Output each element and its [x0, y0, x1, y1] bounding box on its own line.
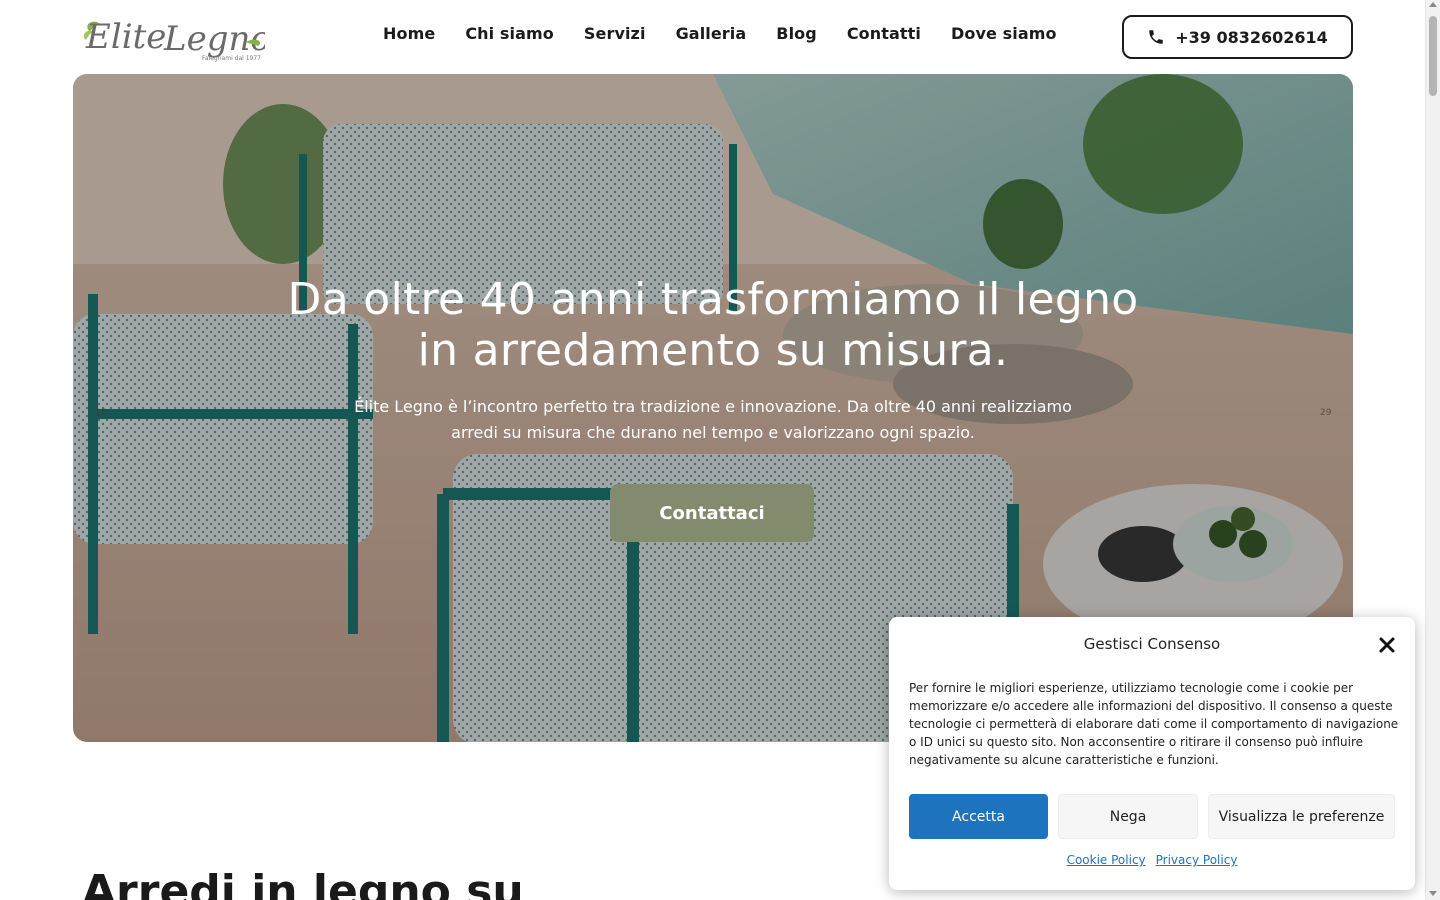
main-nav: Home Chi siamo Servizi Galleria Blog Con…	[383, 24, 1057, 43]
phone-number-label: +39 0832602614	[1175, 27, 1328, 47]
nav-chi-siamo[interactable]: Chi siamo	[465, 24, 554, 43]
nav-galleria[interactable]: Galleria	[676, 24, 747, 43]
close-icon[interactable]	[1377, 635, 1397, 655]
elite-legno-logo-image: Elite Legno Falegnami dal 1977	[83, 17, 271, 62]
slide-number-left: 28	[95, 408, 107, 418]
scroll-up-arrow-icon[interactable]	[1429, 2, 1437, 7]
page-scrollbar[interactable]	[1425, 0, 1440, 900]
cookie-consent-dialog: Gestisci Consenso Per fornire le miglior…	[889, 617, 1415, 890]
site-header: Elite Legno Falegnami dal 1977 Home Chi …	[0, 0, 1425, 74]
slide-number-right: 29	[1320, 408, 1332, 418]
contattaci-button[interactable]: Contattaci	[610, 484, 814, 542]
hero-subtitle-line-2: arredi su misura che durano nel tempo e …	[451, 423, 975, 442]
hero-subtitle: Élite Legno è l’incontro perfetto tra tr…	[343, 394, 1083, 446]
nav-dove-siamo[interactable]: Dove siamo	[951, 24, 1057, 43]
consent-description: Per fornire le migliori esperienze, util…	[909, 681, 1399, 767]
view-preferences-button[interactable]: Visualizza le preferenze	[1208, 794, 1395, 839]
phone-call-button[interactable]: +39 0832602614	[1122, 15, 1353, 59]
consent-title: Gestisci Consenso	[1083, 635, 1221, 653]
phone-icon	[1149, 30, 1163, 44]
consent-policy-links: Cookie Policy Privacy Policy	[889, 853, 1415, 867]
nav-home[interactable]: Home	[383, 24, 435, 43]
nav-contatti[interactable]: Contatti	[847, 24, 921, 43]
deny-button[interactable]: Nega	[1058, 794, 1198, 839]
site-logo[interactable]: Elite Legno Falegnami dal 1977	[80, 10, 271, 68]
svg-text:Elite: Elite	[85, 17, 166, 57]
svg-text:Falegnami dal 1977: Falegnami dal 1977	[202, 55, 261, 62]
scrollbar-thumb[interactable]	[1429, 16, 1437, 96]
cookie-policy-link[interactable]: Cookie Policy	[1067, 853, 1146, 867]
nav-blog[interactable]: Blog	[776, 24, 817, 43]
accept-button[interactable]: Accetta	[909, 794, 1048, 839]
section-title: Arredi in legno su	[82, 866, 524, 900]
hero-subtitle-line-1: Élite Legno è l’incontro perfetto tra tr…	[354, 397, 1072, 416]
scroll-down-arrow-icon[interactable]	[1429, 891, 1437, 896]
hero-title-line-2: in arredamento su misura.	[417, 325, 1009, 376]
hero-title: Da oltre 40 anni trasformiamo il legno i…	[73, 274, 1353, 376]
svg-text:Legno: Legno	[163, 19, 265, 59]
nav-servizi[interactable]: Servizi	[584, 24, 646, 43]
hero-title-line-1: Da oltre 40 anni trasformiamo il legno	[287, 274, 1139, 325]
privacy-policy-link[interactable]: Privacy Policy	[1156, 853, 1238, 867]
